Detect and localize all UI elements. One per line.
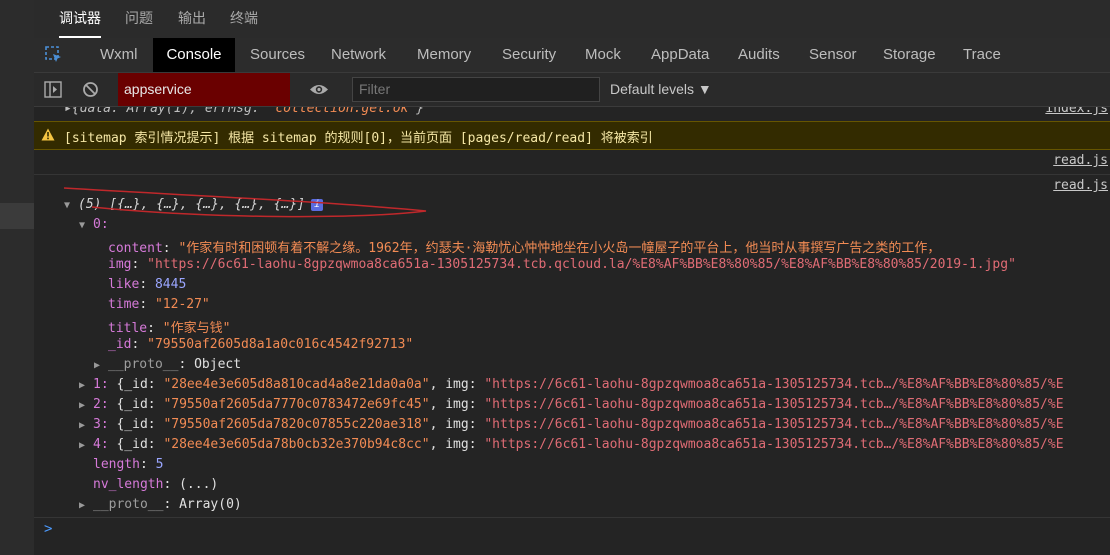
expand-arrow-icon[interactable]: ▶ xyxy=(79,380,93,391)
prop-proto[interactable]: ▶ __proto__: Object xyxy=(94,357,241,372)
prop-array-proto[interactable]: ▶ __proto__: Array(0) xyxy=(79,497,242,512)
console-prompt[interactable]: > xyxy=(44,521,52,537)
item-0-header[interactable]: ▼ 0: xyxy=(79,217,109,232)
sitemap-warning: [sitemap 索引情况提示] 根据 sitemap 的规则[0]，当前页面 … xyxy=(34,121,1110,150)
left-gutter xyxy=(0,0,34,555)
devtools-tab-bar: Wxml Console Sources Network Memory Secu… xyxy=(34,38,1110,73)
warning-text: [sitemap 索引情况提示] 根据 sitemap 的规则[0]，当前页面 … xyxy=(64,131,653,146)
expand-arrow-icon[interactable]: ▶ xyxy=(94,360,108,371)
tab-network[interactable]: Network xyxy=(331,38,386,72)
expand-arrow-icon[interactable]: ▶ xyxy=(79,420,93,431)
console-output: ▸{data: Array(1), errMsg: "collection.ge… xyxy=(34,107,1110,555)
separator xyxy=(34,174,1110,175)
item-row[interactable]: ▶ 4: {_id: "28ee4e3e605da78b0cb32e370b94c… xyxy=(79,437,1064,452)
tab-sensor[interactable]: Sensor xyxy=(809,38,857,72)
tab-terminal[interactable]: 终端 xyxy=(230,0,258,36)
prop-content: content: "作家有时和困顿有着不解之缘。1962年，约瑟夫·海勒忧心忡忡… xyxy=(108,241,941,256)
prop-img: img: "https://6c61-laohu-8gpzqwmoa8ca651… xyxy=(108,257,1016,272)
source-link-read-2[interactable]: read.js xyxy=(1053,178,1108,193)
tab-mock[interactable]: Mock xyxy=(585,38,621,72)
debugger-top-bar: 调试器 问题 输出 终端 xyxy=(34,0,1110,38)
prop-length: length: 5 xyxy=(93,457,164,472)
tab-appdata[interactable]: AppData xyxy=(651,38,709,72)
tab-debugger[interactable]: 调试器 xyxy=(59,0,101,38)
context-selector[interactable]: appservice xyxy=(118,73,290,106)
warning-icon xyxy=(41,128,55,141)
expand-arrow-icon[interactable]: ▶ xyxy=(79,400,93,411)
item-row[interactable]: ▶ 1: {_id: "28ee4e3e605d8a810cad4a8e21da0… xyxy=(79,377,1064,392)
filter-input[interactable]: Filter xyxy=(352,77,600,102)
toggle-sidebar-icon[interactable] xyxy=(44,81,62,98)
item-row[interactable]: ▶ 2: {_id: "79550af2605da7770c0783472e69f… xyxy=(79,397,1064,412)
tab-output[interactable]: 输出 xyxy=(178,0,206,36)
item-row[interactable]: ▶ 3: {_id: "79550af2605da7820c07855c220ae… xyxy=(79,417,1064,432)
tab-memory[interactable]: Memory xyxy=(417,38,471,72)
expand-arrow-icon[interactable]: ▶ xyxy=(79,500,93,511)
log-levels-dropdown[interactable]: Default levels ▼ xyxy=(610,73,712,106)
expand-arrow-icon[interactable]: ▶ xyxy=(79,440,93,451)
prop-id: _id: "79550af2605d8a1a0c016c4542f92713" xyxy=(108,337,414,352)
prop-like: like: 8445 xyxy=(108,277,187,292)
gutter-selection xyxy=(0,203,34,229)
tab-storage[interactable]: Storage xyxy=(883,38,936,72)
prop-nv-length[interactable]: nv_length: (...) xyxy=(93,477,218,492)
tab-trace[interactable]: Trace xyxy=(963,38,1001,72)
tab-problems[interactable]: 问题 xyxy=(125,0,153,36)
clear-console-icon[interactable] xyxy=(82,81,99,98)
source-link-index[interactable]: index.js xyxy=(1045,107,1108,116)
prop-time: time: "12-27" xyxy=(108,297,210,312)
prop-title: title: "作家与钱" xyxy=(108,321,231,336)
eye-icon[interactable] xyxy=(309,82,329,97)
tab-sources[interactable]: Sources xyxy=(250,38,305,72)
tab-audits[interactable]: Audits xyxy=(738,38,780,72)
console-toolbar: appservice Filter Default levels ▼ xyxy=(34,73,1110,107)
annotation-strike xyxy=(63,187,427,218)
previous-log-line: ▸{data: Array(1), errMsg: "collection.ge… xyxy=(64,107,425,116)
inspect-element-icon[interactable] xyxy=(45,46,63,64)
expand-arrow-icon[interactable]: ▼ xyxy=(79,220,93,231)
tab-wxml[interactable]: Wxml xyxy=(100,38,138,72)
tab-console[interactable]: Console xyxy=(153,38,235,72)
separator xyxy=(34,517,1110,518)
tab-security[interactable]: Security xyxy=(502,38,556,72)
source-link-read-1[interactable]: read.js xyxy=(1053,153,1108,168)
